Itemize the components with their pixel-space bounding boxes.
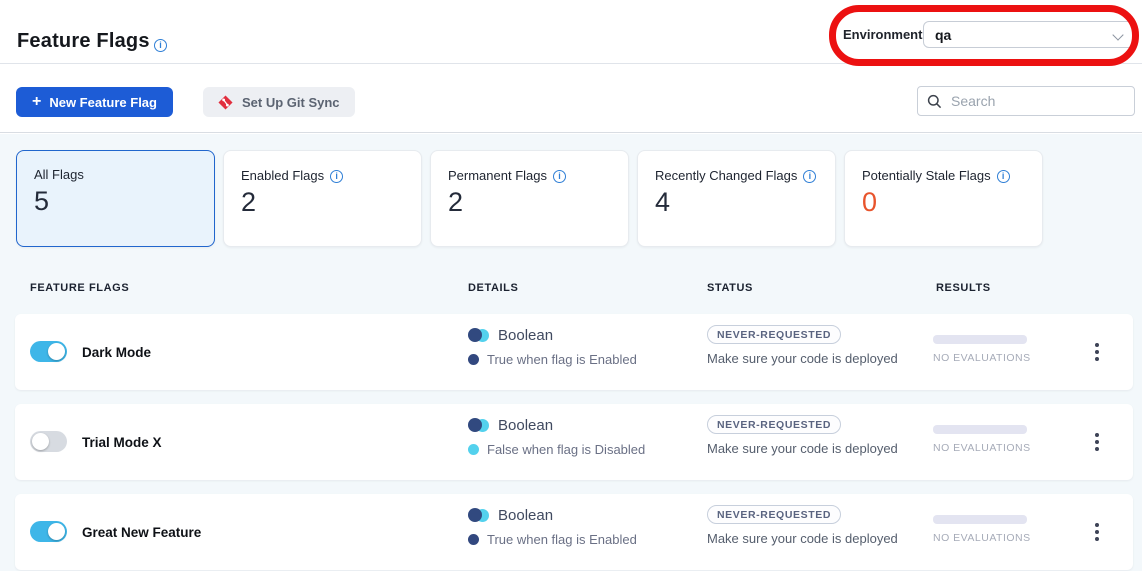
flag-toggle[interactable] <box>30 341 67 362</box>
value-rule: True when flag is Enabled <box>487 352 637 367</box>
stat-label: Recently Changed Flags <box>655 168 797 183</box>
status-cell: NEVER-REQUESTED Make sure your code is d… <box>707 325 898 366</box>
evaluations-text: NO EVALUATIONS <box>933 532 1028 544</box>
value-dot-icon <box>468 534 479 545</box>
details-cell: Boolean True when flag is Enabled <box>468 327 637 367</box>
details-cell: Boolean False when flag is Disabled <box>468 417 645 457</box>
git-sync-label: Set Up Git Sync <box>242 95 340 110</box>
page-header: Feature Flags i Environment qa <box>0 0 1142 64</box>
row-menu-button[interactable] <box>1090 518 1104 546</box>
evaluations-text: NO EVALUATIONS <box>933 442 1028 454</box>
stat-card[interactable]: Permanent Flags i 2 <box>430 150 629 247</box>
environment-label: Environment <box>843 27 922 42</box>
details-cell: Boolean True when flag is Enabled <box>468 507 637 547</box>
value-rule: False when flag is Disabled <box>487 442 645 457</box>
results-cell: NO EVALUATIONS <box>933 515 1028 544</box>
status-text: Make sure your code is deployed <box>707 531 898 546</box>
column-header-results: RESULTS <box>936 282 991 294</box>
page-title: Feature Flags <box>17 30 150 53</box>
info-icon[interactable]: i <box>803 167 816 183</box>
flag-name: Great New Feature <box>82 494 201 570</box>
stat-card[interactable]: Enabled Flags i 2 <box>223 150 422 247</box>
evaluations-bar <box>933 425 1027 434</box>
table-row[interactable]: Trial Mode X Boolean False when flag is … <box>15 404 1133 480</box>
status-text: Make sure your code is deployed <box>707 351 898 366</box>
evaluations-bar <box>933 515 1027 524</box>
status-text: Make sure your code is deployed <box>707 441 898 456</box>
status-badge: NEVER-REQUESTED <box>707 505 841 524</box>
chevron-down-icon <box>1112 29 1123 40</box>
toolbar: + New Feature Flag Set Up Git Sync <box>0 64 1142 133</box>
search-input[interactable] <box>949 92 1125 110</box>
flag-toggle[interactable] <box>30 431 67 452</box>
set-up-git-sync-button[interactable]: Set Up Git Sync <box>203 87 355 117</box>
search-icon <box>927 94 942 109</box>
stat-value: 2 <box>448 187 628 218</box>
stat-value: 2 <box>241 187 421 218</box>
search-box[interactable] <box>917 86 1135 116</box>
flag-type: Boolean <box>498 327 553 344</box>
stat-label: Enabled Flags <box>241 168 324 183</box>
flag-type: Boolean <box>498 417 553 434</box>
new-feature-flag-button[interactable]: + New Feature Flag <box>16 87 173 117</box>
feature-flags-page: Feature Flags i Environment qa + New Fea… <box>0 0 1142 571</box>
stat-value: 5 <box>34 186 214 217</box>
stat-label: Permanent Flags <box>448 168 547 183</box>
stat-value: 0 <box>862 187 1042 218</box>
table-row[interactable]: Great New Feature Boolean True when flag… <box>15 494 1133 570</box>
value-dot-icon <box>468 354 479 365</box>
status-cell: NEVER-REQUESTED Make sure your code is d… <box>707 505 898 546</box>
row-menu-button[interactable] <box>1090 338 1104 366</box>
stat-value: 4 <box>655 187 835 218</box>
content-area: All Flags 5 Enabled Flags i 2 Permane <box>0 134 1142 571</box>
git-icon <box>218 95 233 110</box>
toggle-knob <box>48 343 65 360</box>
stat-card[interactable]: Potentially Stale Flags i 0 <box>844 150 1043 247</box>
info-icon[interactable]: i <box>330 167 343 183</box>
flag-name: Dark Mode <box>82 314 151 390</box>
status-cell: NEVER-REQUESTED Make sure your code is d… <box>707 415 898 456</box>
new-feature-flag-label: New Feature Flag <box>49 95 157 110</box>
column-header-details: DETAILS <box>468 282 518 294</box>
results-cell: NO EVALUATIONS <box>933 335 1028 364</box>
boolean-type-icon <box>468 508 489 523</box>
info-icon[interactable]: i <box>997 167 1010 183</box>
toggle-knob <box>48 523 65 540</box>
value-dot-icon <box>468 444 479 455</box>
stat-label: Potentially Stale Flags <box>862 168 991 183</box>
column-header-status: STATUS <box>707 282 753 294</box>
row-menu-button[interactable] <box>1090 428 1104 456</box>
status-badge: NEVER-REQUESTED <box>707 325 841 344</box>
plus-icon: + <box>32 94 41 110</box>
value-rule: True when flag is Enabled <box>487 532 637 547</box>
evaluations-bar <box>933 335 1027 344</box>
table-row[interactable]: Dark Mode Boolean True when flag is Enab… <box>15 314 1133 390</box>
flag-name: Trial Mode X <box>82 404 162 480</box>
toggle-knob <box>32 433 49 450</box>
info-icon[interactable]: i <box>553 167 566 183</box>
status-badge: NEVER-REQUESTED <box>707 415 841 434</box>
column-header-feature-flags: FEATURE FLAGS <box>30 282 129 294</box>
environment-select[interactable]: qa <box>923 21 1135 48</box>
evaluations-text: NO EVALUATIONS <box>933 352 1028 364</box>
flag-rows: Dark Mode Boolean True when flag is Enab… <box>15 314 1133 570</box>
environment-selected-value: qa <box>935 27 951 43</box>
title-info-icon[interactable]: i <box>154 35 167 53</box>
results-cell: NO EVALUATIONS <box>933 425 1028 454</box>
stats-row: All Flags 5 Enabled Flags i 2 Permane <box>16 150 1043 247</box>
boolean-type-icon <box>468 328 489 343</box>
flag-type: Boolean <box>498 507 553 524</box>
stat-label: All Flags <box>34 167 84 182</box>
flag-toggle[interactable] <box>30 521 67 542</box>
boolean-type-icon <box>468 418 489 433</box>
stat-card[interactable]: All Flags 5 <box>16 150 215 247</box>
stat-card[interactable]: Recently Changed Flags i 4 <box>637 150 836 247</box>
